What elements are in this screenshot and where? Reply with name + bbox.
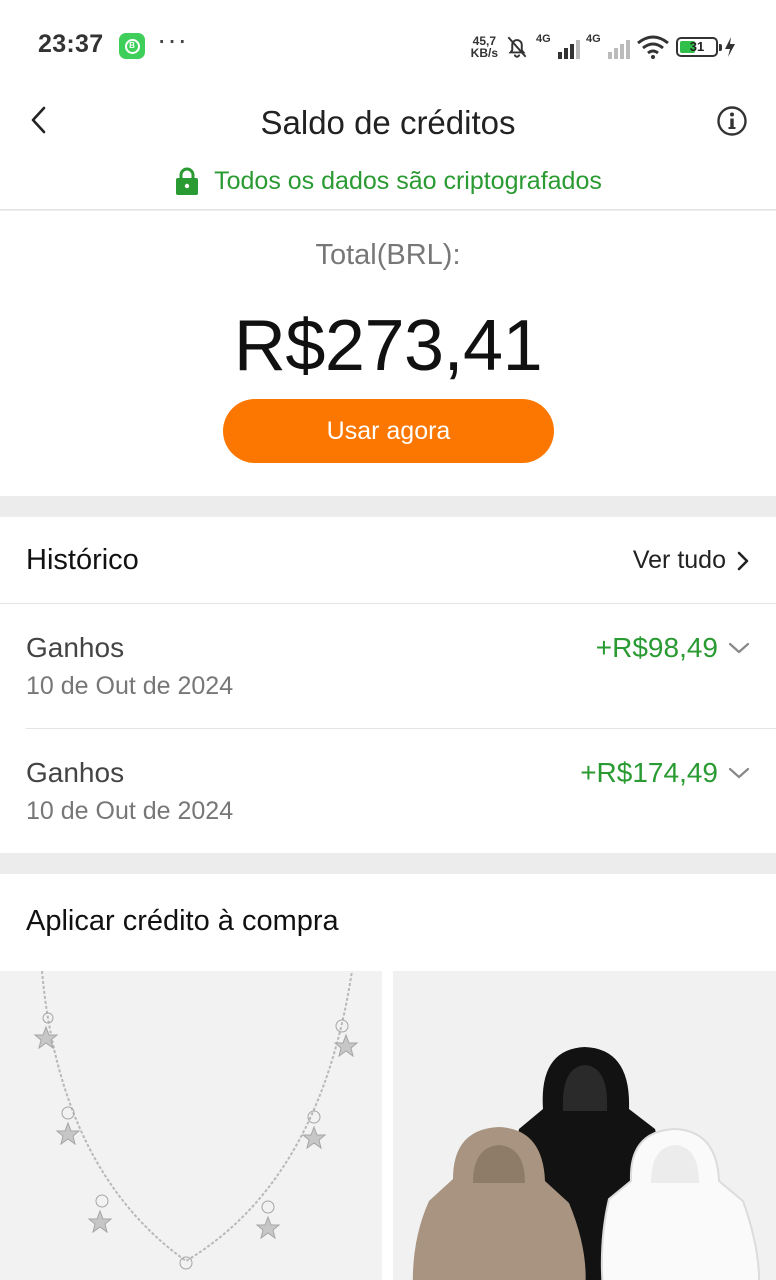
history-item[interactable]: Ganhos 10 de Out de 2024 +R$174,49 <box>26 730 776 854</box>
wifi-icon <box>637 35 669 59</box>
transaction-amount: +R$174,49 <box>580 757 750 789</box>
chevron-right-icon <box>737 551 749 570</box>
total-balance: R$273,41 <box>233 306 543 386</box>
more-notifications-icon: ··· <box>157 24 188 55</box>
info-icon[interactable] <box>716 105 748 137</box>
transaction-amount: +R$98,49 <box>596 632 750 664</box>
lock-icon <box>176 167 199 195</box>
transaction-type: Ganhos <box>26 632 125 663</box>
encryption-text: Todos os dados são criptografados <box>214 166 602 195</box>
signal-strength-icon: 4G <box>536 33 580 59</box>
page-header: Saldo de créditos Todos os dados são cri… <box>0 92 776 210</box>
see-all-label: Ver tudo <box>632 546 726 574</box>
see-all-link[interactable]: Ver tudo <box>633 546 750 575</box>
encryption-notice: Todos os dados são criptografados <box>0 166 776 196</box>
battery-icon: 31 <box>676 37 722 57</box>
transaction-date: 10 de Out de 2024 <box>26 797 234 825</box>
product-card-necklace[interactable] <box>0 971 382 1280</box>
battery-level: 31 <box>689 39 705 54</box>
status-time: 23:37 <box>38 30 104 58</box>
chevron-down-icon[interactable] <box>728 766 750 780</box>
whatsapp-business-icon: B <box>119 33 145 59</box>
page-title: Saldo de créditos <box>260 104 516 141</box>
charging-icon <box>725 37 735 57</box>
use-now-button[interactable]: Usar agora <box>223 399 554 463</box>
apply-credit-section: Aplicar crédito à compra <box>0 874 776 1280</box>
product-card-hoodies[interactable] <box>393 971 776 1280</box>
balance-card: Total(BRL): R$273,41 Usar agora <box>0 211 776 496</box>
hoodies-image <box>412 1047 761 1280</box>
history-header: Histórico Ver tudo <box>0 517 776 604</box>
total-label: Total(BRL): <box>315 239 461 271</box>
history-title: Histórico <box>26 544 139 576</box>
apply-credit-title: Aplicar crédito à compra <box>26 905 339 937</box>
transaction-amount-value: +R$174,49 <box>580 757 718 788</box>
transaction-date: 10 de Out de 2024 <box>26 672 234 700</box>
signal-strength-icon: 4G <box>586 33 630 59</box>
star-necklace-image <box>33 971 359 1270</box>
network-speed: 45,7 KB/s <box>471 35 498 59</box>
history-item[interactable]: Ganhos 10 de Out de 2024 +R$98,49 <box>26 605 776 729</box>
chevron-down-icon[interactable] <box>728 641 750 655</box>
history-section: Histórico Ver tudo Ganhos 10 de Out de 2… <box>0 517 776 853</box>
transaction-amount-value: +R$98,49 <box>595 632 718 663</box>
status-bar: 23:37 B ··· 45,7 KB/s 4G 4G 31 <box>0 0 776 92</box>
network-speed-unit: KB/s <box>470 46 498 60</box>
bell-muted-icon <box>507 36 527 58</box>
status-indicators: 45,7 KB/s 4G 4G 31 <box>471 30 736 64</box>
transaction-type: Ganhos <box>26 757 125 788</box>
